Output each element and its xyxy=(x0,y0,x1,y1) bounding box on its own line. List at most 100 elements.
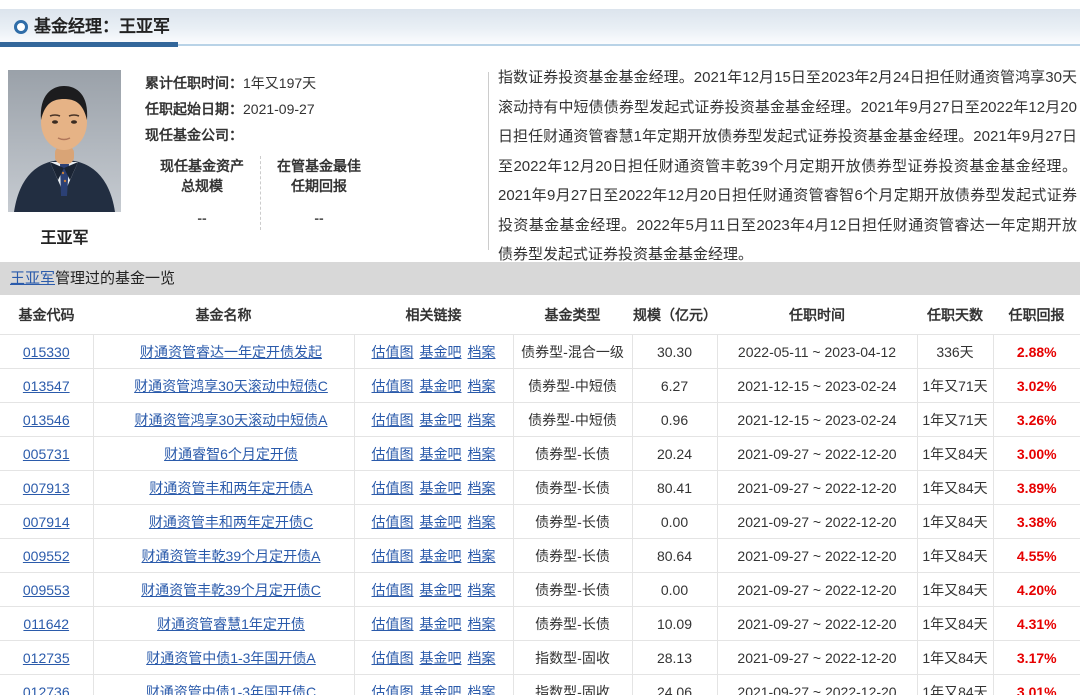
tenure-return-cell: 3.01% xyxy=(993,675,1080,695)
return-value: 3.00% xyxy=(1017,446,1057,462)
tenure-return-cell: 3.02% xyxy=(993,369,1080,403)
fund-archive-link[interactable]: 档案 xyxy=(468,650,496,666)
valuation-chart-link[interactable]: 估值图 xyxy=(372,344,414,360)
fund-type-cell: 债券型-长债 xyxy=(513,607,632,641)
funds-table-body: 015330财通资管睿达一年定开债发起估值图基金吧档案债券型-混合一级30.30… xyxy=(0,335,1080,695)
fund-name-link[interactable]: 财通睿智6个月定开债 xyxy=(164,446,298,462)
fund-forum-link[interactable]: 基金吧 xyxy=(420,684,462,695)
related-links-cell: 估值图基金吧档案 xyxy=(354,335,513,369)
tenure-period-cell: 2021-09-27 ~ 2022-12-20 xyxy=(717,539,917,573)
tenure-days-cell: 1年又84天 xyxy=(917,607,993,641)
fund-name-link[interactable]: 财通资管睿慧1年定开债 xyxy=(157,616,305,632)
fund-archive-link[interactable]: 档案 xyxy=(468,514,496,530)
valuation-chart-link[interactable]: 估值图 xyxy=(372,548,414,564)
fund-name-link[interactable]: 财通资管中债1-3年国开债C xyxy=(146,684,316,695)
fund-name-link[interactable]: 财通资管鸿享30天滚动中短债C xyxy=(134,378,328,394)
valuation-chart-link[interactable]: 估值图 xyxy=(372,684,414,695)
valuation-chart-link[interactable]: 估值图 xyxy=(372,514,414,530)
fund-name-cell: 财通睿智6个月定开债 xyxy=(93,437,354,471)
valuation-chart-link[interactable]: 估值图 xyxy=(372,616,414,632)
column-header: 任职天数 xyxy=(917,295,993,335)
info-label: 任职起始日期： xyxy=(145,101,243,117)
fund-type-cell: 指数型-固收 xyxy=(513,641,632,675)
fund-code-link[interactable]: 012736 xyxy=(23,684,70,695)
fund-archive-link[interactable]: 档案 xyxy=(468,548,496,564)
fund-type-cell: 债券型-长债 xyxy=(513,505,632,539)
fund-name-cell: 财通资管丰乾39个月定开债C xyxy=(93,573,354,607)
valuation-chart-link[interactable]: 估值图 xyxy=(372,650,414,666)
info-value: 1年又197天 xyxy=(243,75,316,91)
fund-name-link[interactable]: 财通资管丰乾39个月定开债C xyxy=(141,582,321,598)
fund-code-link[interactable]: 009553 xyxy=(23,582,70,598)
page-title: 基金经理：王亚军 xyxy=(34,9,170,44)
tenure-period-cell: 2021-09-27 ~ 2022-12-20 xyxy=(717,641,917,675)
tenure-return-cell: 3.38% xyxy=(993,505,1080,539)
valuation-chart-link[interactable]: 估值图 xyxy=(372,378,414,394)
tenure-period-cell: 2021-09-27 ~ 2022-12-20 xyxy=(717,437,917,471)
fund-code-link[interactable]: 011642 xyxy=(23,616,69,632)
manager-name-link[interactable]: 王亚军 xyxy=(10,270,55,287)
fund-forum-link[interactable]: 基金吧 xyxy=(420,480,462,496)
valuation-chart-link[interactable]: 估值图 xyxy=(372,582,414,598)
table-row: 007913财通资管丰和两年定开债A估值图基金吧档案债券型-长债80.41202… xyxy=(0,471,1080,505)
stats-divider xyxy=(260,156,261,230)
fund-name-link[interactable]: 财通资管丰和两年定开债A xyxy=(149,480,312,496)
tenure-return-cell: 3.00% xyxy=(993,437,1080,471)
fund-code-link[interactable]: 012735 xyxy=(23,650,70,666)
fund-code-link[interactable]: 007913 xyxy=(23,480,70,496)
fund-code-link[interactable]: 013546 xyxy=(23,412,70,428)
column-header: 任职回报 xyxy=(993,295,1080,335)
table-row: 013547财通资管鸿享30天滚动中短债C估值图基金吧档案债券型-中短债6.27… xyxy=(0,369,1080,403)
fund-scale-cell: 28.13 xyxy=(632,641,717,675)
fund-archive-link[interactable]: 档案 xyxy=(468,378,496,394)
page-header: 基金经理：王亚军 xyxy=(0,9,1080,44)
valuation-chart-link[interactable]: 估值图 xyxy=(372,412,414,428)
fund-name-cell: 财通资管丰和两年定开债C xyxy=(93,505,354,539)
tenure-period-cell: 2021-09-27 ~ 2022-12-20 xyxy=(717,607,917,641)
fund-name-link[interactable]: 财通资管睿达一年定开债发起 xyxy=(140,344,322,360)
related-links-cell: 估值图基金吧档案 xyxy=(354,369,513,403)
fund-code-link[interactable]: 005731 xyxy=(23,446,70,462)
fund-code-link[interactable]: 009552 xyxy=(23,548,70,564)
fund-forum-link[interactable]: 基金吧 xyxy=(420,446,462,462)
fund-name-link[interactable]: 财通资管丰乾39个月定开债A xyxy=(142,548,321,564)
fund-archive-link[interactable]: 档案 xyxy=(468,412,496,428)
table-row: 005731财通睿智6个月定开债估值图基金吧档案债券型-长债20.242021-… xyxy=(0,437,1080,471)
fund-forum-link[interactable]: 基金吧 xyxy=(420,378,462,394)
funds-section-title: 管理过的基金一览 xyxy=(55,270,175,287)
fund-code-link[interactable]: 007914 xyxy=(23,514,70,530)
fund-forum-link[interactable]: 基金吧 xyxy=(420,548,462,564)
fund-name-link[interactable]: 财通资管丰和两年定开债C xyxy=(149,514,313,530)
fund-archive-link[interactable]: 档案 xyxy=(468,582,496,598)
fund-code-link[interactable]: 013547 xyxy=(23,378,70,394)
fund-forum-link[interactable]: 基金吧 xyxy=(420,650,462,666)
info-label: 现任基金公司： xyxy=(145,127,243,143)
fund-archive-link[interactable]: 档案 xyxy=(468,344,496,360)
valuation-chart-link[interactable]: 估值图 xyxy=(372,446,414,462)
fund-archive-link[interactable]: 档案 xyxy=(468,616,496,632)
fund-name-link[interactable]: 财通资管中债1-3年国开债A xyxy=(146,650,316,666)
fund-forum-link[interactable]: 基金吧 xyxy=(420,412,462,428)
column-header: 任职时间 xyxy=(717,295,917,335)
section-marker-icon xyxy=(14,20,28,34)
valuation-chart-link[interactable]: 估值图 xyxy=(372,480,414,496)
related-links-cell: 估值图基金吧档案 xyxy=(354,573,513,607)
tenure-days-cell: 1年又84天 xyxy=(917,573,993,607)
fund-archive-link[interactable]: 档案 xyxy=(468,446,496,462)
fund-name-link[interactable]: 财通资管鸿享30天滚动中短债A xyxy=(135,412,328,428)
fund-code-link[interactable]: 015330 xyxy=(23,344,70,360)
fund-archive-link[interactable]: 档案 xyxy=(468,684,496,695)
fund-type-cell: 债券型-中短债 xyxy=(513,369,632,403)
fund-name-cell: 财通资管睿达一年定开债发起 xyxy=(93,335,354,369)
fund-scale-cell: 24.06 xyxy=(632,675,717,695)
related-links-cell: 估值图基金吧档案 xyxy=(354,505,513,539)
fund-forum-link[interactable]: 基金吧 xyxy=(420,582,462,598)
manager-info-list: 累计任职时间：1年又197天 任职起始日期：2021-09-27 现任基金公司： xyxy=(145,70,316,148)
fund-forum-link[interactable]: 基金吧 xyxy=(420,616,462,632)
fund-type-cell: 债券型-长债 xyxy=(513,471,632,505)
fund-forum-link[interactable]: 基金吧 xyxy=(420,514,462,530)
tenure-days-cell: 1年又71天 xyxy=(917,369,993,403)
fund-archive-link[interactable]: 档案 xyxy=(468,480,496,496)
fund-forum-link[interactable]: 基金吧 xyxy=(420,344,462,360)
return-value: 3.01% xyxy=(1017,684,1057,695)
